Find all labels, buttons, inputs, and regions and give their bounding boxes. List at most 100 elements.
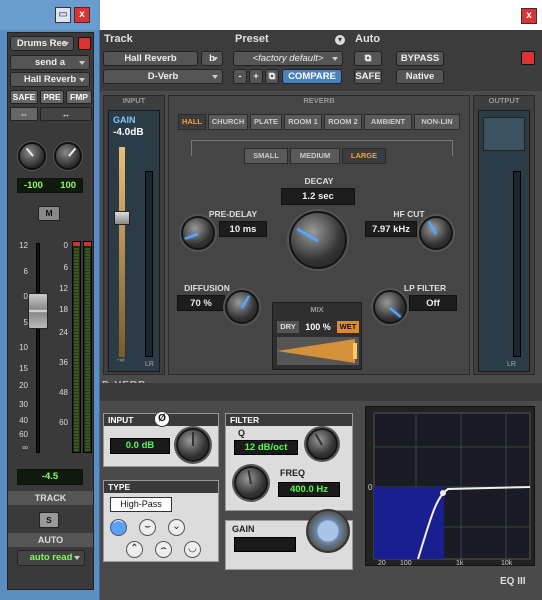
safe-automation-button[interactable]: SAFE	[354, 69, 382, 84]
size-small-button[interactable]: SMALL	[244, 148, 288, 164]
insert-slot-selector[interactable]: b	[201, 51, 223, 66]
auto-header-label: Auto	[355, 33, 381, 45]
record-enable-button[interactable]	[78, 37, 91, 50]
insert-slot[interactable]: Hall Reverb	[10, 72, 90, 87]
fader-scale-label: 6	[23, 267, 28, 276]
diffusion-knob[interactable]	[225, 290, 259, 324]
peak-type-icon[interactable]: ⌃	[126, 541, 143, 558]
algorithm-hall-button[interactable]: HALL	[178, 114, 206, 130]
eq-graph-frame: 0 20 100 1k 10k	[365, 406, 536, 567]
mute-button[interactable]: M	[38, 206, 60, 221]
automation-icon[interactable]: ⧉	[354, 51, 382, 66]
plugin-header: Track Preset Auto ▾ Hall Reverb b D-Verb…	[100, 30, 542, 91]
plugin-close-button[interactable]: x	[521, 8, 537, 24]
next-preset-button[interactable]: +	[249, 69, 263, 84]
send-slot[interactable]: send a	[10, 55, 90, 70]
algorithm-plate-button[interactable]: PLATE	[250, 114, 282, 130]
algorithm-room1-button[interactable]: ROOM 1	[284, 114, 322, 130]
dry-label: DRY	[277, 321, 299, 333]
track-name-selector[interactable]: Drums Rec	[10, 36, 74, 51]
dverb-plugin: INPUT GAIN -4.0dB -∞ LR REVERB HALL CHUR…	[100, 91, 542, 391]
eq-freq-value[interactable]: 400.0 Hz	[278, 482, 340, 497]
algorithm-nonlin-button[interactable]: NON-LIN	[414, 114, 460, 130]
mix-channel-window: ▭ x Drums Rec send a Hall Reverb SAFE PR…	[0, 0, 100, 600]
pan-right-knob[interactable]	[54, 142, 82, 170]
compare-button[interactable]: COMPARE	[282, 69, 342, 84]
highshelf-type-icon[interactable]: ⌢	[155, 541, 172, 558]
eq-freq-knob[interactable]	[234, 466, 268, 500]
meter-scale-label: 48	[59, 388, 68, 397]
eq-input-value[interactable]: 0.0 dB	[110, 438, 170, 454]
stereo-arrows-icon[interactable]: ↔	[40, 107, 92, 121]
eq-gain-label: GAIN	[232, 524, 255, 534]
size-medium-button[interactable]: MEDIUM	[290, 148, 340, 164]
gain-fader[interactable]	[114, 211, 130, 225]
eq-response-graph[interactable]: 0 20 100 1k 10k	[366, 407, 536, 567]
highpass-type-icon[interactable]: ⌒	[110, 519, 127, 536]
size-large-button[interactable]: LARGE	[342, 148, 386, 164]
predelay-knob[interactable]	[181, 216, 215, 250]
algorithm-church-button[interactable]: CHURCH	[208, 114, 248, 130]
decay-value[interactable]: 1.2 sec	[281, 188, 355, 205]
fader-scale-label: 60	[19, 430, 28, 439]
output-meter-area: LR	[478, 110, 530, 372]
plugin-record-button[interactable]	[521, 51, 535, 65]
previous-preset-button[interactable]: -	[233, 69, 247, 84]
graph-freq-label: 100	[400, 560, 412, 567]
eq-input-knob[interactable]	[176, 428, 210, 462]
fader-scale-label: 30	[19, 400, 28, 409]
predelay-value[interactable]: 10 ms	[219, 221, 267, 237]
link-icon[interactable]: ⇔	[10, 107, 38, 121]
restore-button[interactable]: ▭	[55, 7, 71, 23]
eq-type-label: TYPE	[104, 481, 218, 493]
algorithm-ambient-button[interactable]: AMBIENT	[364, 114, 412, 130]
mix-panel: MIX DRY 100 % WET	[272, 302, 362, 370]
gain-fader-track	[119, 147, 125, 357]
lpfilter-value[interactable]: Off	[409, 295, 457, 311]
graph-freq-label: 1k	[456, 560, 464, 567]
phase-invert-button[interactable]: Ø	[154, 411, 170, 427]
lpfilter-knob[interactable]	[373, 290, 407, 324]
eq-gain-value[interactable]	[234, 537, 296, 552]
wet-label: WET	[337, 321, 359, 333]
eq-type-select[interactable]: High-Pass	[110, 497, 172, 512]
algorithm-room2-button[interactable]: ROOM 2	[324, 114, 362, 130]
decay-knob[interactable]	[289, 211, 347, 269]
fmp-button[interactable]: FMP	[66, 90, 92, 104]
diffusion-value[interactable]: 70 %	[177, 295, 225, 311]
strip-close-button[interactable]: x	[74, 7, 90, 23]
meter-scale-label: 18	[59, 305, 68, 314]
eq-type-panel: TYPE High-Pass ⌒ ⌣ ⌄ ⌃ ⌢ ◡	[103, 480, 219, 562]
solo-button[interactable]: S	[39, 512, 59, 528]
decay-label: DECAY	[304, 176, 334, 186]
fader-track	[36, 243, 40, 453]
safe-button[interactable]: SAFE	[10, 90, 38, 104]
automation-mode-select[interactable]: auto read	[17, 550, 85, 566]
copy-settings-icon[interactable]: ⧉	[265, 69, 279, 84]
eq-gain-knob[interactable]	[306, 509, 350, 553]
notch-type-icon[interactable]: ⌄	[168, 519, 185, 536]
output-lr: LR	[507, 361, 516, 368]
pan-left-knob[interactable]	[18, 142, 46, 170]
lowpass-type-icon[interactable]: ◡	[184, 541, 201, 558]
eq-q-value[interactable]: 12 dB/oct	[234, 440, 298, 455]
mix-slider[interactable]	[277, 337, 359, 365]
preset-menu-icon[interactable]: ▾	[335, 35, 345, 45]
eq-q-label: Q	[238, 428, 246, 438]
lowshelf-type-icon[interactable]: ⌣	[139, 519, 156, 536]
mix-value[interactable]: 100 %	[301, 320, 335, 334]
insert-selector[interactable]: Hall Reverb	[103, 51, 198, 66]
diffusion-label: DIFFUSION	[184, 283, 230, 293]
graph-freq-label: 10k	[501, 560, 513, 567]
plugin-selector[interactable]: D-Verb	[103, 69, 223, 84]
input-infinity: -∞	[117, 357, 125, 364]
preset-selector[interactable]: <factory default>	[233, 51, 343, 66]
eq-q-knob[interactable]	[306, 428, 338, 460]
pre-button[interactable]: PRE	[40, 90, 64, 104]
volume-fader[interactable]	[28, 293, 48, 329]
hfcut-knob[interactable]	[419, 216, 453, 250]
fader-scale-label: 20	[19, 381, 28, 390]
bypass-button[interactable]: BYPASS	[396, 51, 444, 66]
input-panel: INPUT GAIN -4.0dB -∞ LR	[103, 95, 165, 375]
hfcut-value[interactable]: 7.97 kHz	[365, 221, 417, 237]
